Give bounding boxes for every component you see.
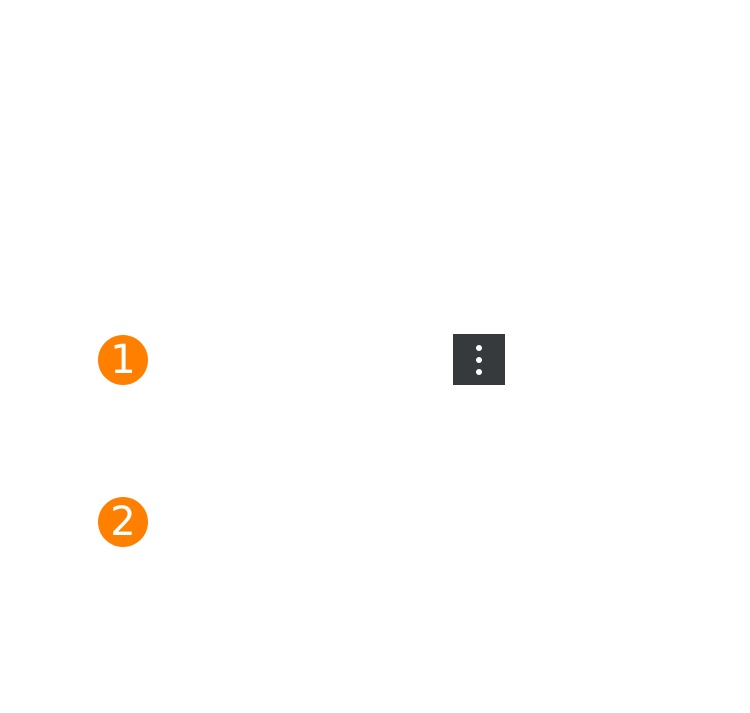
step-2-badge: 2 [98,497,148,547]
step-1-badge: 1 [98,335,148,385]
more-options-button[interactable] [453,334,505,385]
more-vertical-icon [476,344,482,375]
